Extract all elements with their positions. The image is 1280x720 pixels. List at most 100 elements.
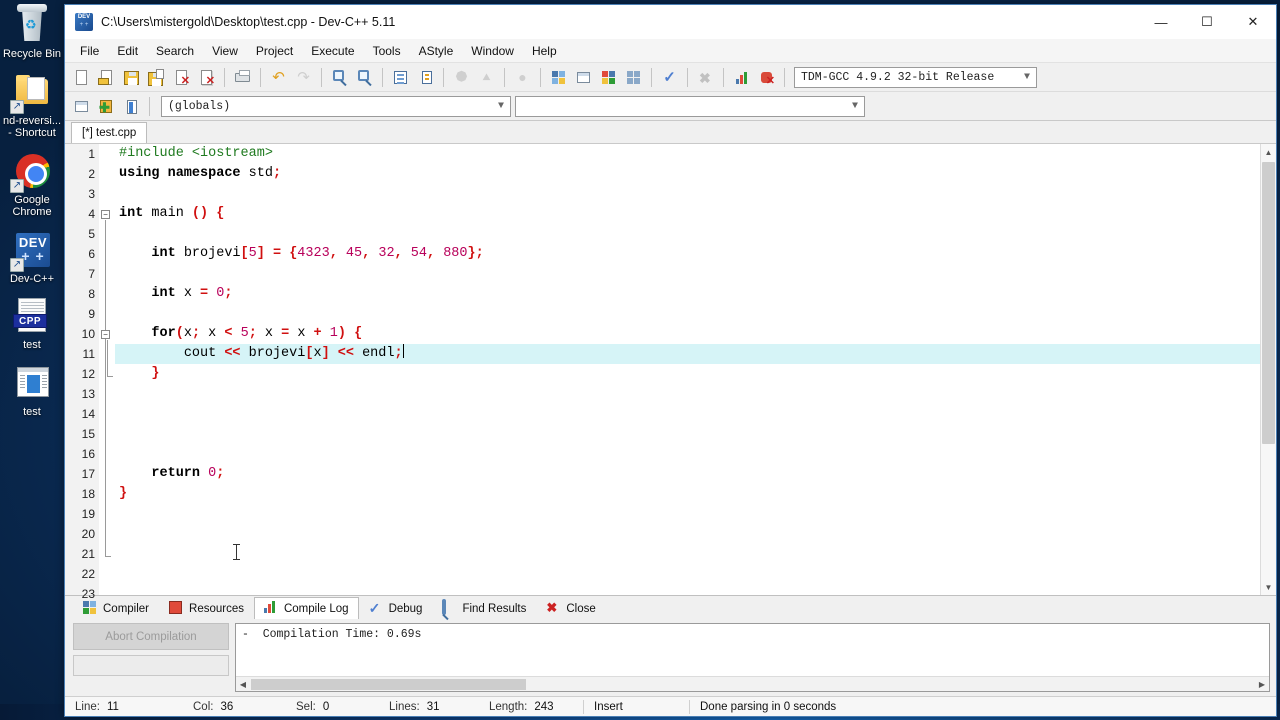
code-token: { — [216, 206, 225, 221]
fold-toggle-for[interactable]: − — [101, 330, 110, 339]
log-scroll-thumb[interactable] — [251, 678, 526, 690]
code-line[interactable]: } — [115, 364, 1260, 384]
desktop-icon-label: nd-reversi... - Shortcut — [2, 114, 62, 140]
goto-function-button[interactable] — [414, 66, 437, 89]
menu-item-help[interactable]: Help — [523, 41, 566, 61]
toggle-panel-button[interactable] — [120, 95, 143, 118]
compile-button[interactable] — [547, 66, 570, 89]
menu-item-file[interactable]: File — [71, 41, 108, 61]
close-button[interactable]: ✕ — [1230, 6, 1276, 38]
minimize-button[interactable]: — — [1138, 6, 1184, 38]
panel-tab-compiler[interactable]: Compiler — [73, 597, 159, 619]
panel-tab-label: Debug — [388, 602, 423, 615]
code-token: brojevi — [240, 346, 306, 361]
maximize-button[interactable]: ☐ — [1184, 6, 1230, 38]
desktop-icon-executable[interactable]: test — [0, 362, 64, 419]
editor-vertical-scrollbar[interactable]: ▲ ▼ — [1260, 144, 1276, 595]
menu-item-astyle[interactable]: AStyle — [410, 41, 463, 61]
panel-tab-find-results[interactable]: Find Results — [432, 597, 536, 619]
profile-button[interactable] — [730, 66, 753, 89]
code-line[interactable] — [115, 564, 1260, 584]
code-folding-column[interactable]: − − — [99, 144, 115, 595]
code-line[interactable] — [115, 384, 1260, 404]
save-all-button[interactable] — [145, 66, 168, 89]
desktop-icon-folder-shortcut[interactable]: ↗ nd-reversi... - Shortcut — [0, 71, 64, 140]
panel-tab-resources[interactable]: Resources — [159, 597, 254, 619]
scroll-up-icon[interactable]: ▲ — [1261, 144, 1276, 160]
menu-item-search[interactable]: Search — [147, 41, 203, 61]
add-to-project-button[interactable]: ✚ — [95, 95, 118, 118]
panel-tab-debug[interactable]: ✓ Debug — [359, 597, 433, 619]
tab-test-cpp[interactable]: [*] test.cpp — [71, 122, 148, 143]
new-file-button[interactable] — [70, 66, 93, 89]
insert-template-button[interactable] — [70, 95, 93, 118]
rebuild-all-button[interactable] — [622, 66, 645, 89]
scroll-left-icon[interactable]: ◀ — [236, 680, 250, 689]
desktop-icon-cpp-file[interactable]: CPP test — [0, 295, 64, 352]
code-line[interactable] — [115, 584, 1260, 595]
scroll-down-icon[interactable]: ▼ — [1261, 579, 1276, 595]
code-line[interactable] — [115, 304, 1260, 324]
menu-item-execute[interactable]: Execute — [302, 41, 363, 61]
member-select[interactable]: ▼ — [515, 95, 865, 117]
code-line[interactable]: cout << brojevi[x] << endl; — [115, 344, 1260, 364]
undo-button[interactable]: ↶ — [267, 66, 290, 89]
menu-item-tools[interactable]: Tools — [364, 41, 410, 61]
desktop-icon-recycle-bin[interactable]: ♻ Recycle Bin — [0, 4, 64, 61]
abort-compilation-button[interactable]: Abort Compilation — [73, 623, 229, 650]
code-line[interactable] — [115, 504, 1260, 524]
code-line[interactable] — [115, 224, 1260, 244]
panel-tab-close[interactable]: ✖ Close — [536, 597, 605, 619]
code-text[interactable]: #include <iostream> using namespace std; i… — [115, 144, 1260, 595]
title-bar[interactable]: C:\Users\mistergold\Desktop\test.cpp - D… — [65, 5, 1276, 39]
close-file-button[interactable]: ✕ — [170, 66, 193, 89]
run-button[interactable] — [572, 66, 595, 89]
code-line[interactable]: #include <iostream> — [115, 144, 1260, 164]
code-line[interactable]: return 0; — [115, 464, 1260, 484]
code-line[interactable]: for(x; x < 5; x = x + 1) { — [115, 324, 1260, 344]
back-button[interactable]: ⯄ — [450, 66, 473, 89]
line-number: 8 — [88, 287, 95, 301]
open-file-button[interactable] — [95, 66, 118, 89]
code-line[interactable] — [115, 524, 1260, 544]
menu-item-view[interactable]: View — [203, 41, 247, 61]
code-line[interactable] — [115, 404, 1260, 424]
find-button[interactable] — [328, 66, 351, 89]
stop-execution-button[interactable]: ✖ — [694, 66, 717, 89]
code-line[interactable] — [115, 544, 1260, 564]
scroll-right-icon[interactable]: ▶ — [1255, 680, 1269, 689]
replace-button[interactable] — [353, 66, 376, 89]
menu-item-project[interactable]: Project — [247, 41, 302, 61]
print-button[interactable] — [231, 66, 254, 89]
code-line[interactable] — [115, 444, 1260, 464]
log-horizontal-scrollbar[interactable]: ◀ ▶ — [236, 676, 1269, 691]
goto-line-button[interactable] — [389, 66, 412, 89]
code-line[interactable]: int x = 0; — [115, 284, 1260, 304]
delete-profile-button[interactable]: ✕ — [755, 66, 778, 89]
redo-button[interactable]: ↷ — [292, 66, 315, 89]
scroll-thumb[interactable] — [1262, 162, 1275, 444]
code-line[interactable] — [115, 424, 1260, 444]
save-button[interactable] — [120, 66, 143, 89]
menu-item-edit[interactable]: Edit — [108, 41, 147, 61]
compile-log-area[interactable]: - Compilation Time: 0.69s ◀ ▶ — [235, 623, 1270, 692]
desktop-icon-google-chrome[interactable]: ↗ Google Chrome — [0, 150, 64, 219]
toggle-bookmark-button[interactable]: ● — [511, 66, 534, 89]
syntax-check-button[interactable]: ✓ — [658, 66, 681, 89]
code-line[interactable] — [115, 264, 1260, 284]
scope-select[interactable]: (globals) ▼ — [161, 95, 511, 117]
code-line[interactable]: int brojevi[5] = {4323, 45, 32, 54, 880}… — [115, 244, 1260, 264]
code-line[interactable] — [115, 184, 1260, 204]
compile-run-button[interactable] — [597, 66, 620, 89]
compiler-select[interactable]: TDM-GCC 4.9.2 32-bit Release ▼ — [794, 66, 1037, 88]
desktop-icon-dev-cpp[interactable]: DEV + + ↗ Dev-C++ — [0, 229, 64, 286]
code-line[interactable]: using namespace std; — [115, 164, 1260, 184]
code-line[interactable]: } — [115, 484, 1260, 504]
panel-tab-compile-log[interactable]: Compile Log — [253, 597, 359, 619]
forward-button[interactable]: ⯅ — [475, 66, 498, 89]
grid-rebuild-icon — [625, 69, 642, 86]
menu-item-window[interactable]: Window — [462, 41, 523, 61]
close-all-button[interactable]: ✕ — [195, 66, 218, 89]
code-line[interactable]: int main () { — [115, 204, 1260, 224]
fold-toggle-main[interactable]: − — [101, 210, 110, 219]
